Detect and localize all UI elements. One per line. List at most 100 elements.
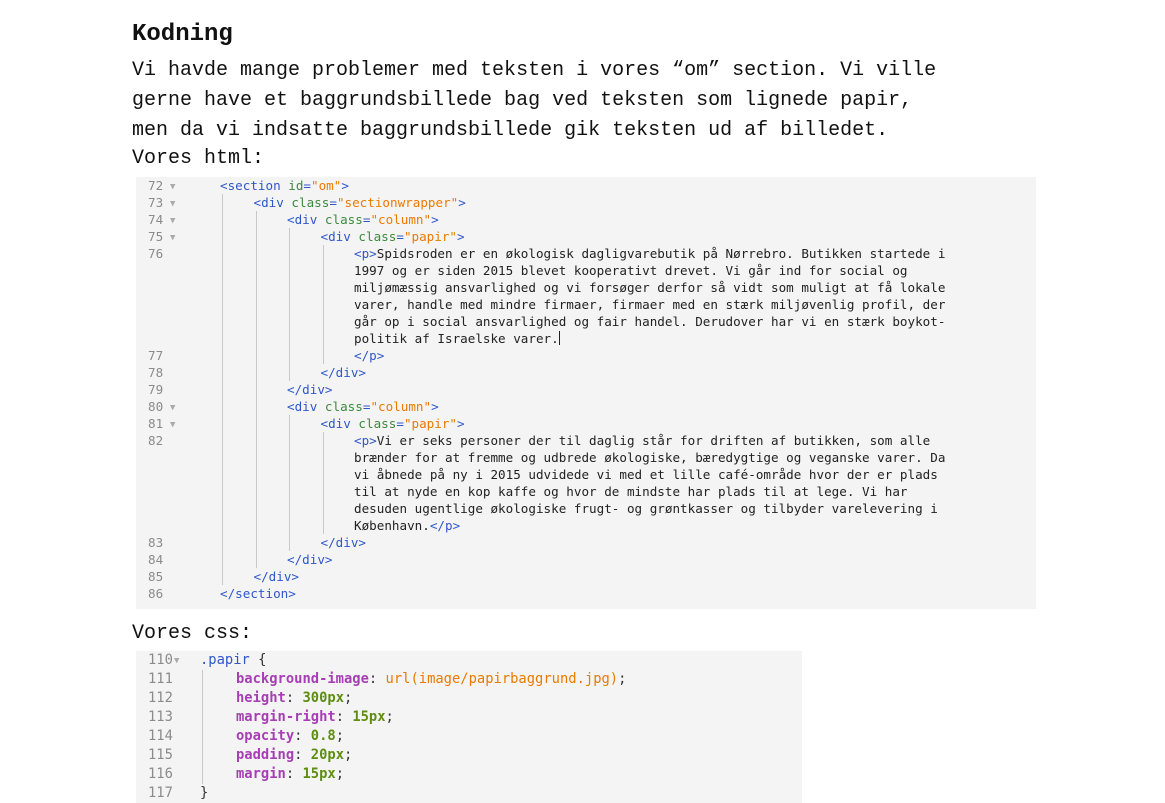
code-token: = bbox=[396, 229, 404, 244]
line-number-text: 112 bbox=[148, 690, 173, 706]
line-number bbox=[136, 279, 190, 296]
code-token: : bbox=[294, 728, 311, 744]
code-token: { bbox=[249, 652, 267, 668]
code-line: 116 margin: 15px; bbox=[136, 765, 802, 784]
code-token: : bbox=[294, 747, 311, 763]
code-content: height: 300px; bbox=[200, 689, 352, 708]
line-number-text: 80 bbox=[148, 399, 164, 414]
line-number bbox=[136, 313, 190, 330]
code-token: ; bbox=[335, 728, 345, 744]
fold-arrow-icon[interactable]: ▼ bbox=[170, 182, 175, 192]
code-line: 76 <p>Spidsroden er en økologisk dagligva… bbox=[136, 245, 1036, 262]
code-content: miljømæssig ansvarlighed og vi forsøger … bbox=[220, 279, 945, 296]
line-number-text: 85 bbox=[148, 569, 164, 584]
line-number: 86 bbox=[136, 585, 190, 602]
line-number bbox=[136, 330, 190, 347]
css-label: Vores css: bbox=[132, 622, 253, 645]
code-token: : bbox=[285, 766, 303, 782]
code-token: København. bbox=[354, 518, 430, 533]
code-token: > bbox=[458, 195, 466, 210]
code-token: height bbox=[236, 690, 286, 706]
line-number-text: 82 bbox=[148, 433, 164, 448]
text-cursor bbox=[558, 331, 560, 345]
line-number-text: 115 bbox=[148, 747, 173, 763]
code-token: Spidsroden er en økologisk dagligvarebut… bbox=[376, 246, 946, 261]
code-token: </div> bbox=[320, 365, 367, 380]
code-token: miljømæssig ansvarlighed og vi forsøger … bbox=[354, 280, 946, 295]
code-line: brænder for at fremme og udbrede økologi… bbox=[136, 449, 1036, 466]
code-token: ; bbox=[335, 766, 345, 782]
code-token: <p> bbox=[354, 433, 377, 448]
line-number bbox=[136, 500, 190, 517]
line-number: 117 bbox=[136, 784, 208, 803]
line-number: 113 bbox=[136, 708, 208, 727]
code-token: ; bbox=[618, 671, 627, 687]
line-number bbox=[136, 449, 190, 466]
code-line: København.</p> bbox=[136, 517, 1036, 534]
code-content: opacity: 0.8; bbox=[200, 727, 344, 746]
code-token: <div bbox=[287, 212, 325, 227]
line-number-text: 84 bbox=[148, 552, 164, 567]
line-number: 77 bbox=[136, 347, 190, 364]
code-content: </div> bbox=[220, 364, 367, 381]
code-content: varer, handle med mindre firmaer, firmae… bbox=[220, 296, 945, 313]
code-line: 112 height: 300px; bbox=[136, 689, 802, 708]
code-token: </p> bbox=[429, 518, 461, 533]
code-token: </div> bbox=[287, 552, 333, 567]
code-line: 110▼ .papir { bbox=[136, 651, 802, 670]
line-number-text: 78 bbox=[148, 365, 164, 380]
code-token: : bbox=[285, 690, 303, 706]
code-token: > bbox=[457, 416, 465, 431]
code-token: 1997 og er siden 2015 blevet kooperativt… bbox=[354, 263, 908, 278]
fold-arrow-icon[interactable]: ▼ bbox=[170, 420, 175, 430]
code-content: .papir { bbox=[200, 651, 266, 670]
fold-arrow-icon[interactable]: ▼ bbox=[170, 233, 175, 243]
code-token: margin-right bbox=[236, 709, 336, 725]
line-number-text: 72 bbox=[148, 178, 164, 193]
code-token: <div bbox=[320, 416, 359, 431]
code-token: går op i social ansvarlighed og fair han… bbox=[354, 314, 946, 329]
code-token: vi åbnede på ny i 2015 udvidede vi med e… bbox=[354, 467, 938, 482]
code-token: class bbox=[324, 399, 363, 414]
code-line: 80 ▼ <div class="column"> bbox=[136, 398, 1036, 415]
line-number bbox=[136, 466, 190, 483]
code-content: <div class="column"> bbox=[220, 398, 439, 415]
code-line: 81 ▼ <div class="papir"> bbox=[136, 415, 1036, 432]
code-content: </div> bbox=[220, 534, 367, 551]
code-token: ; bbox=[344, 690, 353, 706]
fold-arrow-icon[interactable]: ▼ bbox=[170, 199, 175, 209]
code-line: 73 ▼ <div class="sectionwrapper"> bbox=[136, 194, 1036, 211]
line-number bbox=[136, 483, 190, 500]
code-token: desuden ugentlige økologiske frugt- og g… bbox=[354, 501, 938, 516]
line-number-text: 117 bbox=[148, 785, 173, 801]
code-content: </section> bbox=[220, 585, 296, 602]
line-number: 116 bbox=[136, 765, 208, 784]
code-token: <div bbox=[253, 195, 292, 210]
line-number: 112 bbox=[136, 689, 208, 708]
code-content: } bbox=[200, 784, 208, 803]
code-token: "papir" bbox=[403, 416, 458, 431]
code-token: = bbox=[303, 178, 312, 193]
code-content: <div class="papir"> bbox=[220, 415, 465, 432]
code-token: <section bbox=[220, 178, 289, 193]
fold-arrow-icon[interactable]: ▼ bbox=[170, 216, 175, 226]
fold-arrow-icon[interactable]: ▼ bbox=[174, 656, 179, 666]
code-token: .papir bbox=[200, 652, 250, 668]
html-code-screenshot: 72 ▼ <section id="om"> 73 ▼ <div class="secti… bbox=[136, 177, 1036, 609]
code-content: <div class="sectionwrapper"> bbox=[220, 194, 466, 211]
code-token: = bbox=[396, 416, 404, 431]
code-token: class bbox=[358, 229, 397, 244]
fold-arrow-icon[interactable]: ▼ bbox=[170, 403, 175, 413]
code-line: 114 opacity: 0.8; bbox=[136, 727, 802, 746]
code-content: desuden ugentlige økologiske frugt- og g… bbox=[220, 500, 938, 517]
line-number: 76 bbox=[136, 245, 190, 262]
code-token: margin bbox=[236, 766, 286, 782]
code-token: class bbox=[291, 195, 330, 210]
code-token: 20px bbox=[310, 747, 345, 763]
code-token: <div bbox=[320, 229, 359, 244]
line-number: 83 bbox=[136, 534, 190, 551]
code-token: </p> bbox=[354, 348, 385, 363]
line-number: 82 bbox=[136, 432, 190, 449]
code-content: <p>Spidsroden er en økologisk dagligvare… bbox=[220, 245, 945, 262]
code-token: url(image/papirbaggrund.jpg) bbox=[385, 671, 619, 687]
